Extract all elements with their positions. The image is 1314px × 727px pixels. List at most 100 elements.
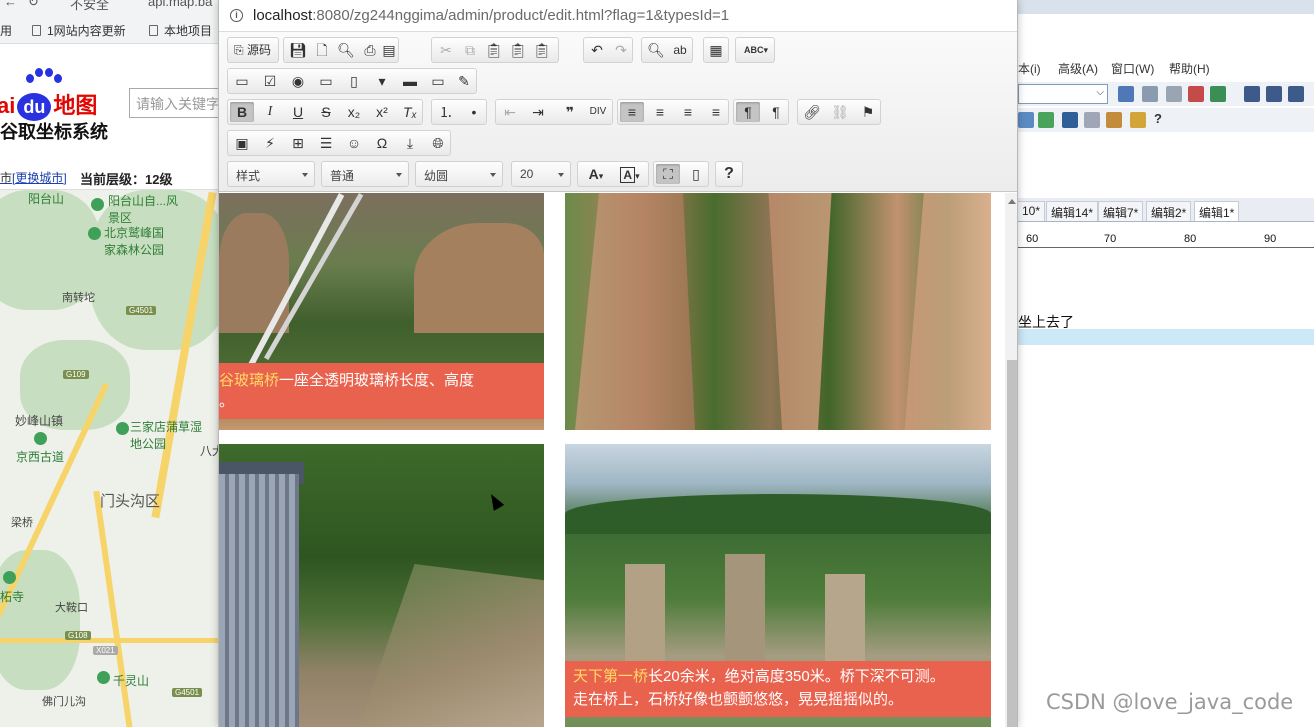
radio-icon[interactable]: ◉ [286, 71, 310, 91]
paste-text-icon[interactable]: 📋︎ [506, 40, 530, 60]
menu-item[interactable]: 本(i) [1018, 60, 1041, 77]
unlink-icon[interactable]: ⛓ [828, 102, 852, 122]
baidu-logo[interactable]: ai du 地图 [0, 88, 97, 121]
scenic-pin-icon[interactable] [88, 227, 101, 240]
align-right-icon[interactable] [1288, 86, 1304, 102]
button-field-icon[interactable]: ▬ [398, 71, 422, 91]
replace-icon[interactable]: ab [668, 40, 692, 60]
help-icon[interactable]: ? [1154, 111, 1162, 126]
menu-item[interactable]: 高级(A) [1058, 60, 1098, 77]
anchor-icon[interactable] [1062, 112, 1078, 128]
bookmark-item-2[interactable]: 本地项目 [149, 22, 212, 39]
align-center-icon[interactable] [1266, 86, 1282, 102]
print-icon[interactable] [1210, 86, 1226, 102]
bookmark-item-1[interactable]: 1网站内容更新 [32, 22, 126, 39]
preview-icon[interactable]: 🔍︎ [334, 40, 358, 60]
ltr-direction-button[interactable]: ¶ [736, 102, 760, 122]
bold-button[interactable]: B [230, 102, 254, 122]
image-icon[interactable]: ▣ [230, 133, 254, 153]
image-button-icon[interactable]: ▭ [426, 71, 450, 91]
table-icon[interactable]: ⊞ [286, 133, 310, 153]
select-field-icon[interactable]: ▾ [370, 71, 394, 91]
map-canvas[interactable]: 阳台山 阳台山自...风景区 北京鹫峰国家森林公园 南转坨 妙峰山镇 三家店蒲草… [0, 190, 220, 727]
maximize-icon[interactable]: ⛶ [656, 164, 680, 184]
show-blocks-icon[interactable]: ▯ [684, 164, 708, 184]
select-all-icon[interactable]: ▦ [704, 40, 728, 60]
scenic-pin-icon[interactable] [116, 422, 129, 435]
page-break-icon[interactable]: ⤓ [398, 133, 422, 153]
spellcheck-icon[interactable]: ABC▾ [740, 40, 772, 60]
outdent-icon[interactable]: ⇤ [498, 102, 522, 122]
strikethrough-button[interactable]: S [314, 102, 338, 122]
font-size-dropdown[interactable]: 20 [511, 161, 571, 187]
superscript-button[interactable]: x² [370, 102, 394, 122]
paste-word-icon[interactable]: 📋︎ [530, 40, 554, 60]
doc-tab[interactable]: 编辑14* [1046, 201, 1099, 221]
div-container-icon[interactable]: DIV [586, 102, 610, 122]
underline-button[interactable]: U [286, 102, 310, 122]
align-left-icon[interactable] [1244, 86, 1260, 102]
url-text[interactable]: localhost:8080/zg244nggima/admin/product… [253, 7, 729, 24]
doc-tab-active[interactable]: 编辑1* [1194, 201, 1240, 221]
remove-format-button[interactable]: Tₓ [398, 102, 422, 122]
paste-icon[interactable]: 📋︎ [482, 40, 506, 60]
binoculars-icon[interactable] [1118, 86, 1134, 102]
doc-tab[interactable]: 编辑2* [1146, 201, 1192, 221]
reload-icon[interactable]: ↻ [28, 0, 39, 10]
form-icon[interactable]: ▭ [230, 71, 254, 91]
textarea-icon[interactable]: ▯ [342, 71, 366, 91]
align-center-button[interactable]: ≡ [648, 102, 672, 122]
indent-icon[interactable]: ⇥ [526, 102, 550, 122]
change-city-link[interactable]: 市[更换城市] [0, 169, 67, 186]
special-char-icon[interactable]: Ω [370, 133, 394, 153]
text-field-icon[interactable]: ▭ [314, 71, 338, 91]
font-dropdown[interactable]: 幼圆 [415, 161, 503, 187]
find-icon[interactable]: 🔍︎ [644, 40, 668, 60]
horizontal-rule-icon[interactable]: ☰ [314, 133, 338, 153]
subscript-button[interactable]: x₂ [342, 102, 366, 122]
lock-icon[interactable] [1130, 112, 1146, 128]
redo-icon[interactable]: ↷ [609, 40, 633, 60]
save-icon[interactable]: 💾︎ [286, 40, 310, 60]
background-color-button[interactable]: A ▾ [614, 164, 646, 184]
justify-button[interactable]: ≡ [704, 102, 728, 122]
align-left-button[interactable]: ≡ [620, 102, 644, 122]
align-right-button[interactable]: ≡ [676, 102, 700, 122]
natural-bridge-photo[interactable]: 天下第一桥长20余米，绝对高度350米。桥下深不可测。 走在桥上，石桥好像也颤颤… [565, 444, 991, 727]
image-icon[interactable] [1018, 112, 1034, 128]
smiley-icon[interactable]: ☺ [342, 133, 366, 153]
link-icon[interactable]: 🔗︎ [800, 102, 824, 122]
format-dropdown[interactable]: 普通 [321, 161, 409, 187]
search-input[interactable]: 请输入关键字 [129, 88, 229, 118]
scenic-pin-icon[interactable] [3, 571, 16, 584]
menu-item[interactable]: 窗口(W) [1111, 60, 1154, 77]
templates-icon[interactable]: ▤ [380, 40, 398, 60]
numbered-list-icon[interactable]: ⒈ [434, 102, 458, 122]
picture-icon[interactable] [1038, 112, 1054, 128]
info-icon[interactable]: i [230, 9, 243, 22]
scrollbar-thumb[interactable] [1007, 360, 1017, 727]
text-color-button[interactable]: A▾ [580, 164, 612, 184]
find-icon[interactable] [1142, 86, 1158, 102]
back-icon[interactable]: ← [4, 0, 17, 9]
editor-content-area[interactable]: 谷玻璃桥一座全透明玻璃桥长度、高度 。 天下第一桥长20余米，绝对高度350米。… [219, 193, 1017, 727]
checkbox-icon[interactable]: ☑ [258, 71, 282, 91]
italic-button[interactable]: I [258, 102, 282, 122]
flash-icon[interactable]: ⚡︎ [258, 133, 282, 153]
source-button[interactable]: ⎘ 源码 [234, 40, 271, 60]
scenic-pin-icon[interactable] [34, 432, 47, 445]
help-button[interactable]: ? [717, 164, 741, 184]
iframe-icon[interactable]: 🌐︎ [426, 133, 450, 153]
rock-pillars-photo[interactable] [565, 193, 991, 430]
rtl-direction-button[interactable]: ¶ [764, 102, 788, 122]
select-icon[interactable] [1084, 112, 1100, 128]
copy-icon[interactable]: ⧉ [458, 40, 482, 60]
blockquote-icon[interactable]: ❞ [558, 102, 582, 122]
scenic-pin-icon[interactable] [91, 198, 104, 211]
print-icon[interactable]: ⎙ [358, 40, 382, 60]
scroll-up-icon[interactable] [1008, 199, 1016, 204]
background-url-fragment[interactable]: api.map.ba [148, 0, 212, 9]
anchor-flag-icon[interactable]: ⚑ [856, 102, 880, 122]
scenic-pin-icon[interactable] [97, 671, 110, 684]
bookmark-prefix[interactable]: 用 [0, 22, 12, 39]
